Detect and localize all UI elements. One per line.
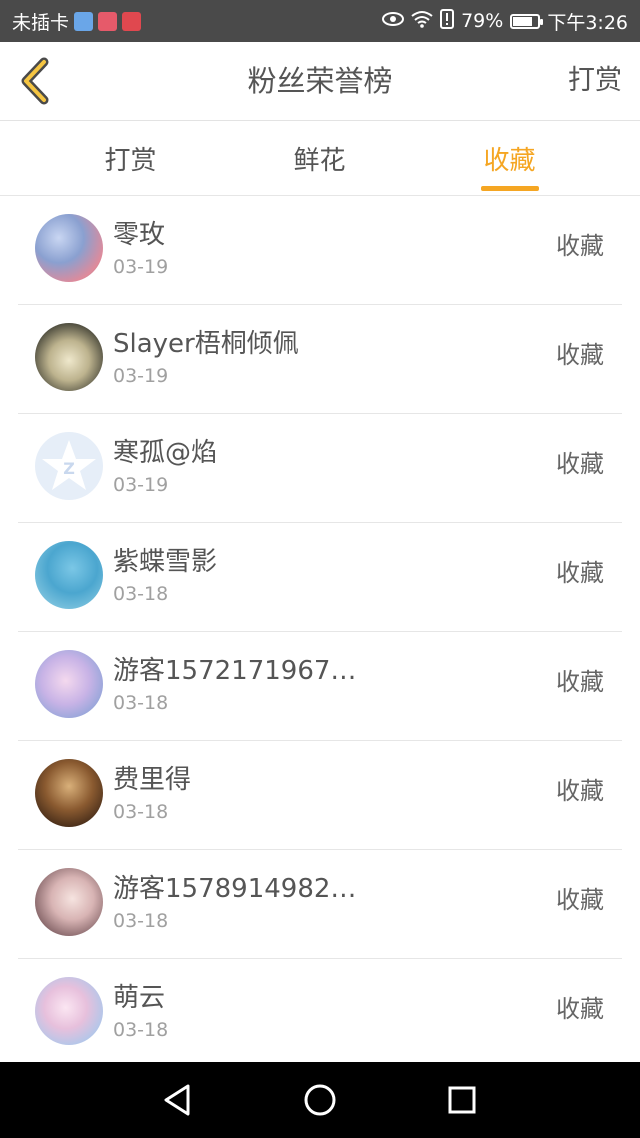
user-name: Slayer梧桐倾佩 [113, 329, 299, 359]
back-button[interactable] [14, 56, 64, 106]
date-text: 03-19 [113, 256, 169, 278]
system-home-button[interactable] [300, 1080, 340, 1120]
date-text: 03-19 [113, 365, 169, 387]
tab-favorites[interactable]: 收藏 [403, 121, 616, 195]
qq-browser-icon [74, 11, 94, 31]
circle-home-icon [304, 1084, 336, 1116]
action-label: 收藏 [556, 886, 604, 914]
user-name: 零玫 [113, 220, 166, 250]
user-name: 费里得 [113, 765, 192, 795]
list-item[interactable]: 游客1572171967… 03-18 收藏 [18, 632, 622, 741]
tab-reward[interactable]: 打赏 [24, 121, 237, 195]
book-icon [122, 11, 142, 31]
user-name: 游客1578914982… [113, 874, 357, 904]
alert-icon [440, 8, 455, 34]
list-item[interactable]: 萌云 03-18 收藏 [18, 959, 622, 1068]
user-name: 紫蝶雪影 [113, 547, 218, 577]
date-text: 03-18 [113, 583, 169, 605]
carrier-text: 未插卡 [12, 11, 70, 34]
avatar [35, 541, 103, 609]
list-item[interactable]: 零玫 03-19 收藏 [18, 196, 622, 305]
mall-icon [98, 11, 118, 31]
clock-text: 下午3:26 [547, 11, 628, 34]
list-item[interactable]: 紫蝶雪影 03-18 收藏 [18, 523, 622, 632]
wifi-icon [411, 10, 433, 33]
battery-icon [510, 13, 544, 29]
chevron-left-icon [21, 57, 49, 105]
triangle-back-icon [164, 1084, 190, 1116]
action-label: 收藏 [556, 559, 604, 587]
fan-list: 零玫 03-19 收藏 Slayer梧桐倾佩 03-19 收藏 Z 寒孤@焰 0… [0, 196, 640, 1068]
avatar [35, 323, 103, 391]
avatar [35, 214, 103, 282]
action-label: 收藏 [556, 995, 604, 1023]
battery-level [513, 16, 533, 26]
avatar [35, 759, 103, 827]
qq-default-avatar-icon: Z [42, 440, 96, 490]
nav-bar: 粉丝荣誉榜 打赏 [0, 42, 640, 121]
tab-label: 鲜花 [293, 145, 346, 176]
tab-bar: 打赏 鲜花 收藏 [0, 121, 640, 196]
status-bar: 未插卡 79% 下午3:26 [0, 0, 640, 42]
system-recents-button[interactable] [442, 1080, 482, 1120]
status-left: 未插卡 [12, 0, 142, 42]
list-item[interactable]: 游客1578914982… 03-18 收藏 [18, 850, 622, 959]
reward-button[interactable]: 打赏 [568, 42, 622, 120]
user-name: 游客1572171967… [113, 656, 357, 686]
user-name: 寒孤@焰 [113, 438, 218, 468]
system-nav-bar [0, 1062, 640, 1138]
action-label: 收藏 [556, 777, 604, 805]
action-label: 收藏 [556, 341, 604, 369]
tab-label: 收藏 [483, 145, 536, 176]
list-item[interactable]: Slayer梧桐倾佩 03-19 收藏 [18, 305, 622, 414]
date-text: 03-18 [113, 692, 169, 714]
user-name: 萌云 [113, 983, 166, 1013]
avatar [35, 977, 103, 1045]
eye-icon [382, 11, 405, 32]
status-right: 79% 下午3:26 [382, 0, 628, 42]
action-label: 收藏 [556, 450, 604, 478]
avatar [35, 868, 103, 936]
date-text: 03-19 [113, 474, 169, 496]
square-recents-icon [448, 1086, 476, 1114]
avatar [35, 650, 103, 718]
system-back-button[interactable] [158, 1080, 198, 1120]
date-text: 03-18 [113, 801, 169, 823]
date-text: 03-18 [113, 910, 169, 932]
action-label: 收藏 [556, 668, 604, 696]
avatar: Z [35, 432, 103, 500]
svg-text:Z: Z [63, 459, 75, 478]
action-label: 收藏 [556, 232, 604, 260]
battery-percent: 79% [461, 10, 504, 32]
list-item[interactable]: 费里得 03-18 收藏 [18, 741, 622, 850]
tab-label: 打赏 [104, 145, 157, 176]
page-title: 粉丝荣誉榜 [247, 64, 393, 98]
tab-flowers[interactable]: 鲜花 [213, 121, 426, 195]
list-item[interactable]: Z 寒孤@焰 03-19 收藏 [18, 414, 622, 523]
active-tab-indicator [480, 186, 539, 191]
date-text: 03-18 [113, 1019, 169, 1041]
